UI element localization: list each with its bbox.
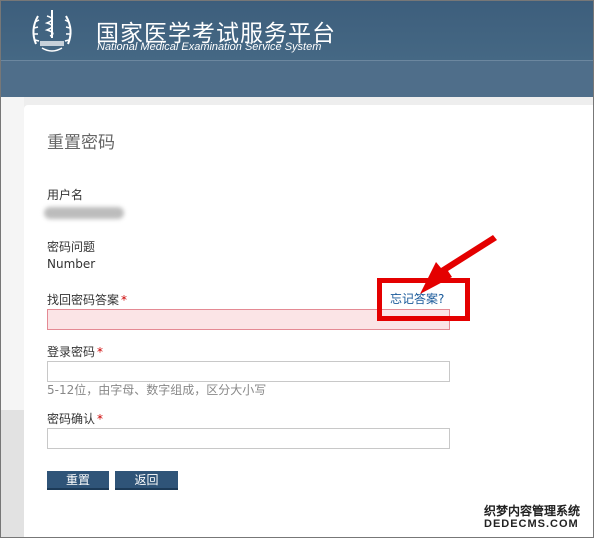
required-mark: * [121, 293, 128, 307]
password-hint: 5-12位，由字母、数字组成，区分大小写 [47, 383, 267, 397]
page-title: 重置密码 [47, 133, 115, 153]
login-password-input[interactable] [47, 361, 450, 382]
answer-input[interactable] [47, 309, 450, 330]
answer-label-text: 找回密码答案 [47, 293, 120, 307]
confirm-password-input[interactable] [47, 428, 450, 449]
back-button[interactable]: 返回 [115, 471, 178, 490]
security-question-label: 密码问题 [47, 240, 96, 254]
confirm-password-label: 密码确认 * [47, 410, 103, 427]
site-subtitle: National Medical Examination Service Sys… [97, 41, 322, 53]
left-strip-shade [0, 410, 24, 538]
required-mark: * [97, 345, 104, 359]
login-password-label-text: 登录密码 [47, 345, 96, 359]
forgot-answer-link[interactable]: 忘记答案? [390, 290, 444, 307]
site-header: 国家医学考试服务平台 National Medical Examination … [0, 0, 594, 97]
answer-label: 找回密码答案 * [47, 291, 127, 308]
confirm-password-label-text: 密码确认 [47, 412, 96, 426]
username-value-redacted [44, 207, 124, 219]
header-nav-bar [0, 60, 594, 97]
watermark-en: DEDECMS.COM [484, 518, 579, 530]
username-label: 用户名 [47, 188, 84, 202]
required-mark: * [97, 412, 104, 426]
login-password-label: 登录密码 * [47, 343, 103, 360]
watermark-cn: 织梦内容管理系统 [484, 504, 581, 518]
watermark: 织梦内容管理系统 DEDECMS.COM [484, 500, 588, 534]
medical-emblem-icon [32, 10, 72, 52]
reset-button[interactable]: 重置 [47, 471, 109, 490]
security-question-value: Number [47, 257, 96, 271]
